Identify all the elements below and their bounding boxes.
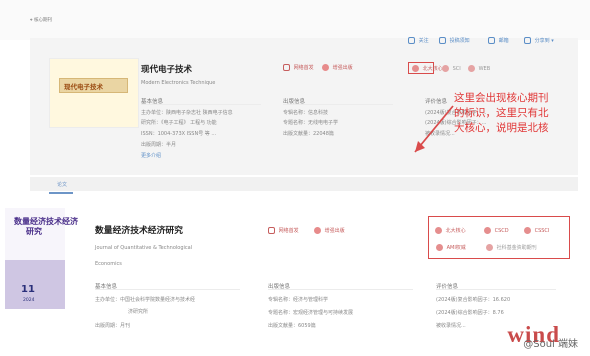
core-icon [436,244,443,251]
badge-peking-core-1[interactable]: 北大核心 [412,65,443,72]
core-icon [486,244,493,251]
basic-row: 出版周期：半月 [141,142,177,148]
journal-cover-2[interactable]: 数量经济技术经济 研究 11 2024 [5,208,78,309]
badge-cscd-2[interactable]: CSCD [484,227,509,234]
core-icon [412,65,419,72]
publish-row: 专题名称：宏观经济管理与可持续发展 [268,310,354,316]
basic-row: 主办单位：陕西电子杂志社 陕西电子信息 [141,110,233,116]
divider [268,289,413,290]
badge-web-1[interactable]: WEB [468,65,490,72]
author-watermark: @Soul 端妹 [523,339,578,350]
top-actions: 关注 投稿须知 邮箱 分享到 ▾ [408,37,568,47]
basic-row: 出版周期：月刊 [95,323,131,329]
badge-social-fund-2[interactable]: 社科基金资助期刊 [486,244,537,251]
plus-icon [322,64,329,71]
journal-title-2[interactable]: 数量经济技术经济研究 [95,223,183,236]
badge-online-first-2[interactable]: 网络首发 [268,227,299,234]
basic-row: 研究所：《电子工程》 工程与 功能 [141,120,217,126]
mail-icon [488,37,495,44]
journal-cover-1[interactable]: 现代电子技术 [49,58,139,128]
core-icon [484,227,491,234]
cover-year: 2024 [23,298,35,303]
chevron-down-icon: ▾ [551,38,554,44]
publish-row: 出版文献量：6059篇 [268,323,316,329]
evaluate-row: (2024版)复合影响因子：16.620 [436,297,511,303]
follow-icon [408,37,415,44]
share-action[interactable]: 分享到 ▾ [524,37,554,44]
core-icon [442,65,449,72]
basic-row: 济研究所 [128,309,149,315]
submit-guidelines-action[interactable]: 投稿须知 [439,37,470,44]
follow-action[interactable]: 关注 [408,37,429,44]
publish-row: 专辑名称：经济与管理科学 [268,297,329,303]
evaluate-row: 被收录情况... [436,323,466,329]
badge-enhanced-2[interactable]: 增强出版 [314,227,345,234]
badge-ami-2[interactable]: AMI权威 [436,244,466,251]
core-icon [435,227,442,234]
tab-papers[interactable]: 论文 [57,181,67,188]
tab-bar [30,177,578,191]
journal-subtitle-1: Modern Electronics Technique [141,80,216,86]
badge-peking-core-2[interactable]: 北大核心 [435,227,466,234]
journal-subtitle-2: Journal of Quantitative & Technological [95,245,193,251]
journal-title-1[interactable]: 现代电子技术 [141,63,192,75]
core-icon [468,65,475,72]
badge-cssci-2[interactable]: CSSCI [524,227,549,234]
divider [283,104,393,105]
breadcrumb-area: ⌖ 核心期刊 [0,0,590,40]
badge-online-first-1[interactable]: 网络首发 [283,64,314,71]
publish-row: 出版文献量：22048篇 [283,131,334,137]
publish-row: 专题名称：无线电电子学 [283,120,339,126]
calendar-icon [268,227,275,234]
divider [141,104,261,105]
doc-icon [439,37,446,44]
cover-title: 数量经济技术经济 研究 [14,217,78,236]
badge-sci-1[interactable]: SCI [442,65,461,72]
location-icon: ⌖ [30,18,33,23]
publish-row: 专辑名称：信息科技 [283,110,329,116]
tab-underline [49,192,73,194]
share-icon [524,37,531,44]
core-icon [524,227,531,234]
badge-enhanced-1[interactable]: 增强出版 [322,64,353,71]
basic-row: ISSN：1004-373X ISSN号 等 ... [141,131,217,137]
more-info-link[interactable]: 更多介绍 [141,152,161,159]
divider [95,289,240,290]
cover-issue-number: 11 [21,284,35,295]
divider [436,289,556,290]
email-action[interactable]: 邮箱 [488,37,509,44]
breadcrumb[interactable]: ⌖ 核心期刊 [30,18,52,24]
calendar-icon [283,64,290,71]
journal-subtitle-2-cont: Economics [95,261,122,267]
annotation-text: 这里会出现核心期刊 的标识，这里只有北 大核心，说明是北核 [454,92,549,135]
plus-icon [314,227,321,234]
cover-title: 现代电子技术 [64,83,103,91]
evaluate-row: (2024版)综合影响因子：8.76 [436,310,504,316]
basic-row: 主办单位：中国社会科学院数量经济与技术经 [95,297,196,303]
core-badge-highlight-2 [428,216,570,259]
